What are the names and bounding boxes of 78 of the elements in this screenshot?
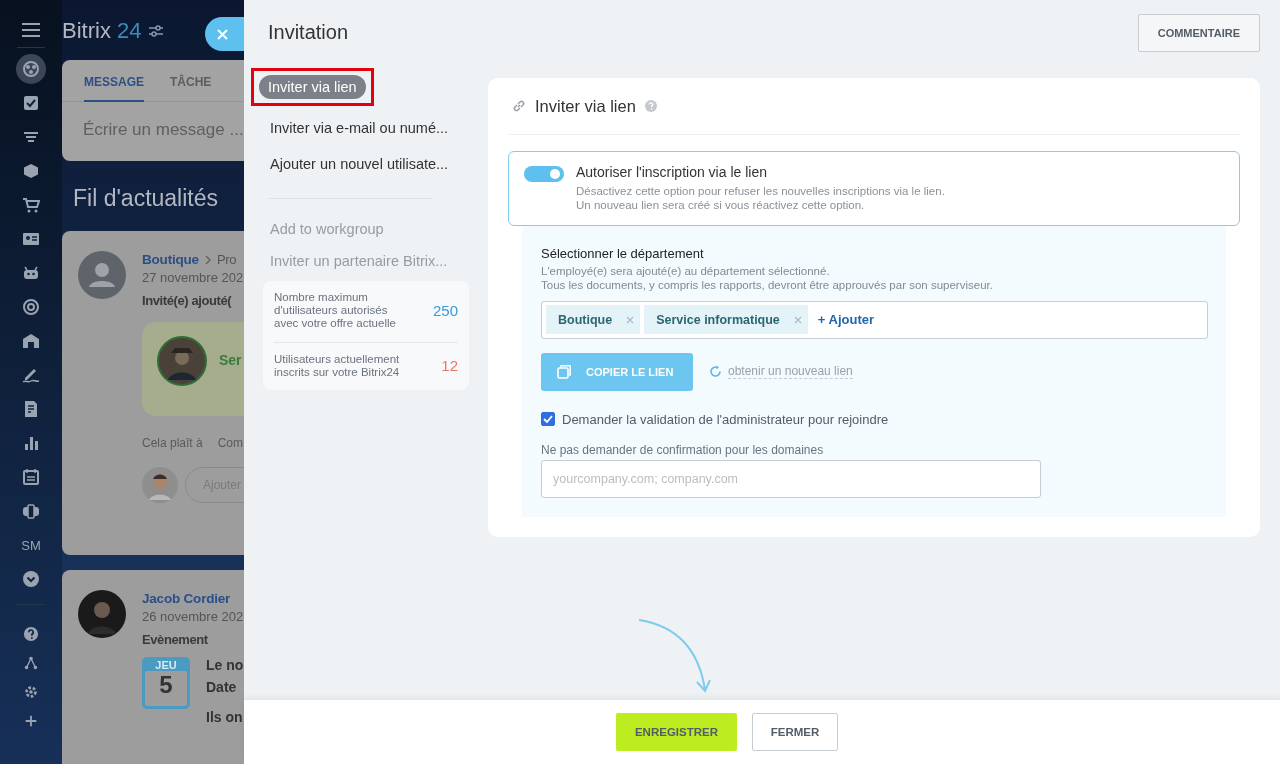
domains-label: Ne pas demander de confirmation pour les domaines (541, 442, 824, 457)
avatar-icon (78, 590, 126, 638)
nav-item[interactable]: Add to workgroup (251, 213, 384, 245)
calendar-date: JEU 5 (142, 657, 190, 709)
approval-checkbox[interactable] (541, 412, 555, 426)
close-button[interactable] (205, 17, 244, 51)
nav-item[interactable]: Inviter via lien (259, 75, 366, 99)
post-date: 27 novembre 202 (142, 270, 244, 285)
composer-tab[interactable]: MESSAGE (84, 75, 144, 102)
add-link[interactable]: + Ajouter (817, 312, 875, 327)
settings-icon[interactable] (23, 683, 39, 700)
post-action[interactable]: Cela plaît à (142, 436, 203, 450)
cube-icon[interactable] (22, 162, 40, 180)
nav-item[interactable]: Inviter un partenaire Bitrix... (251, 245, 448, 277)
building-icon[interactable] (22, 332, 40, 350)
guest-name[interactable]: Ser (219, 352, 242, 416)
chevron-down-icon[interactable] (22, 570, 40, 588)
document-edit-icon[interactable] (22, 400, 40, 418)
menu-icon[interactable] (22, 23, 40, 37)
department-hint: Tous les documents, y compris les rapports, devront être approuvés par son superviseur. (541, 278, 993, 293)
check-square-icon[interactable] (22, 94, 40, 112)
close-button[interactable]: FERMER (752, 713, 838, 751)
domains-field[interactable]: yourcompany.com; company.com (541, 459, 1041, 498)
event-detail: Date (206, 679, 238, 695)
copy-link-button[interactable]: COPIER LE LIEN (541, 352, 693, 391)
stat-label: Utilisateurs actuellement inscrits sur votre Bitrix24 (274, 352, 401, 380)
event-detail: Le no (206, 657, 244, 673)
avatar-icon (78, 251, 126, 299)
close-icon (217, 28, 228, 40)
post-heading: Invité(e) ajouté( (142, 293, 233, 308)
nodes-icon[interactable] (23, 654, 39, 671)
toggle-switch[interactable] (524, 166, 564, 182)
comment-button[interactable]: COMMENTAIRE (1137, 14, 1260, 52)
chevron-right-icon (203, 254, 212, 265)
composer-tab[interactable]: TÂCHE (170, 75, 212, 100)
save-button[interactable]: ENREGISTRER (616, 713, 737, 751)
department-hint: L'employé(e) sera ajouté(e) au département sélectionné. (541, 263, 830, 279)
post-action[interactable]: Com (217, 436, 244, 450)
user-initials[interactable]: SM (21, 537, 41, 553)
stat-value: 12 (441, 357, 458, 375)
user-avatar-icon (142, 467, 178, 503)
stat-label: Nombre maximum d'utilisateurs autorisés avec votre offre actuelle (274, 291, 397, 331)
post-author[interactable]: Boutique (142, 252, 199, 267)
copy-icon (557, 364, 572, 379)
robot-icon[interactable] (22, 264, 40, 282)
department-label: Sélectionner le département (541, 245, 704, 261)
post-author[interactable]: Jacob Cordier (142, 591, 231, 606)
contact-card-icon[interactable] (22, 230, 40, 248)
card-title: Inviter via lien (535, 96, 636, 116)
app-logo: Bitrix 24 (62, 18, 142, 44)
toggle-label: Autoriser l'inscription via le lien (576, 164, 768, 180)
nav-item[interactable]: Inviter via e-mail ou numé... (270, 120, 449, 136)
post-date: 26 novembre 202 (142, 609, 244, 624)
toggle-description: Un nouveau lien sera créé si vous réactivez cette option. (576, 198, 866, 213)
nav-item[interactable]: Ajouter un nouvel utilisate... (270, 156, 449, 172)
panel-title: Invitation (268, 20, 349, 44)
target-icon[interactable] (22, 298, 40, 316)
message-field[interactable]: Écrire un message ... (62, 102, 244, 140)
help-icon[interactable] (23, 625, 39, 642)
department-selector[interactable]: Boutique Service informatique + Ajouter (541, 300, 1208, 339)
bar-chart-icon[interactable] (22, 434, 40, 452)
department-tag[interactable]: Boutique (546, 305, 641, 334)
sliders-icon[interactable] (149, 25, 164, 37)
post-destination[interactable]: Pro (216, 252, 237, 267)
toggle-description: Désactivez cette option pour refuser les nouvelles inscriptions via le lien. (576, 184, 945, 199)
event-detail: Ils on (206, 709, 244, 725)
link-icon (512, 99, 526, 113)
department-tag[interactable]: Service informatique (644, 305, 808, 334)
cart-icon[interactable] (22, 196, 40, 214)
feed-title: Fil d'actualités (72, 184, 219, 213)
approval-label: Demander la validation de l'administrateur pour rejoindre (562, 411, 889, 427)
network-icon[interactable] (16, 54, 46, 84)
signature-icon[interactable] (22, 366, 40, 384)
stat-value: 250 (432, 302, 458, 320)
post-heading: Evènement (142, 632, 209, 647)
guest-avatar-icon (157, 336, 207, 386)
calendar-list-icon[interactable] (22, 468, 40, 486)
new-link-link[interactable]: obtenir un nouveau lien (728, 364, 853, 379)
